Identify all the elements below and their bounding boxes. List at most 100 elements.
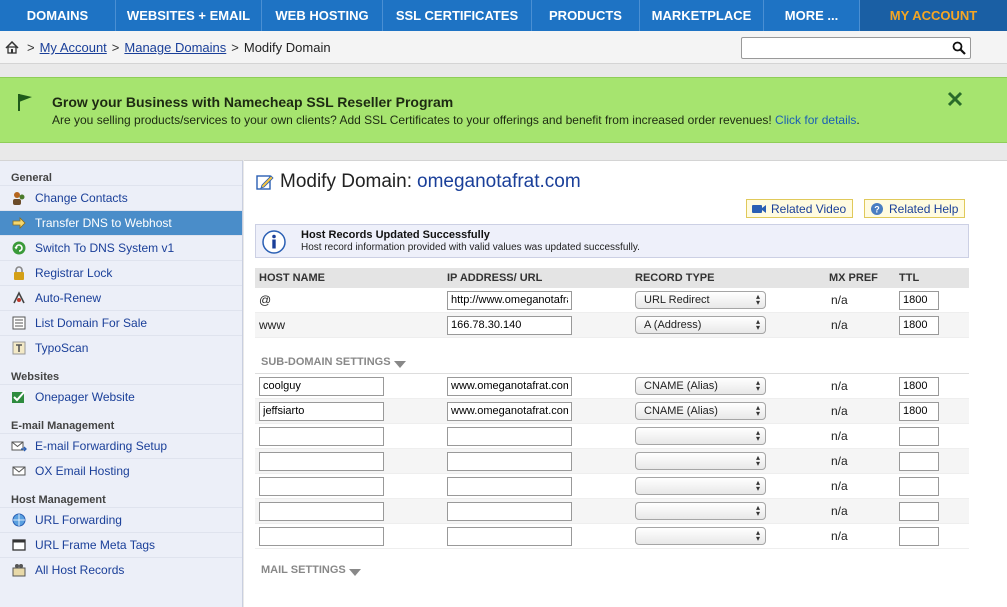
flag-icon (18, 94, 32, 111)
mx-pref-text: n/a (831, 454, 848, 468)
related-help-button[interactable]: ? Related Help (864, 199, 966, 218)
sidebar-item-url-forwarding[interactable]: URL Forwarding (0, 507, 242, 532)
ip-address-field[interactable] (447, 476, 572, 496)
nav-websites-email[interactable]: WEBSITES + EMAIL (116, 0, 262, 31)
breadcrumb: > My Account > Manage Domains > Modify D… (5, 40, 331, 55)
search-input[interactable] (742, 38, 942, 58)
nav-my-account[interactable]: MY ACCOUNT (860, 0, 1007, 31)
mx-pref-text: n/a (831, 404, 848, 418)
email-icon (11, 463, 27, 479)
sidebar-item-registrar-lock[interactable]: Registrar Lock (0, 260, 242, 285)
record-type-select[interactable]: ▴ ▾ (635, 477, 766, 495)
record-type-select[interactable]: ▴ ▾ (635, 452, 766, 470)
ip-address-field[interactable] (447, 315, 572, 335)
select-arrows-icon: ▴ ▾ (755, 403, 760, 418)
search-icon[interactable] (952, 41, 966, 55)
success-message: Host Records Updated Successfully Host r… (255, 224, 969, 258)
table-row: ▴ ▾ n/a (255, 524, 969, 549)
email-forward-icon (11, 438, 27, 454)
record-type-select[interactable]: CNAME (Alias) ▴ ▾ (635, 377, 766, 395)
sidebar-item-change-contacts[interactable]: Change Contacts (0, 185, 242, 210)
host-records-table: HOST NAME IP ADDRESS/ URL RECORD TYPE MX… (255, 268, 969, 581)
sidebar-item-transfer-dns[interactable]: Transfer DNS to Webhost (0, 210, 242, 235)
page-title: Modify Domain: omeganotafrat.com (256, 171, 581, 193)
ip-address-field[interactable] (447, 501, 572, 521)
sidebar-item-label: OX Email Hosting (35, 464, 130, 478)
record-type-select[interactable]: ▴ ▾ (635, 527, 766, 545)
ttl-field[interactable] (899, 290, 939, 310)
select-arrows-icon: ▴ ▾ (755, 453, 760, 468)
ttl-field[interactable] (899, 376, 939, 396)
chevron-down-icon[interactable] (348, 569, 361, 576)
ttl-field[interactable] (899, 315, 939, 335)
mail-settings-label: MAIL SETTINGS (261, 564, 346, 576)
video-camera-icon (752, 204, 766, 213)
refresh-icon (11, 240, 27, 256)
subdomain-settings-header: SUB-DOMAIN SETTINGS (255, 338, 969, 374)
header-mx-pref: MX PREF (829, 272, 878, 284)
related-video-button[interactable]: Related Video (746, 199, 854, 218)
select-arrows-icon: ▴ ▾ (755, 478, 760, 493)
nav-marketplace[interactable]: MARKETPLACE (640, 0, 764, 31)
info-icon (262, 230, 286, 254)
list-icon (11, 315, 27, 331)
select-arrows-icon: ▴ ▾ (755, 317, 760, 332)
ttl-field[interactable] (899, 451, 939, 471)
record-type-select[interactable]: URL Redirect ▴ ▾ (635, 291, 766, 309)
ip-address-field[interactable] (447, 290, 572, 310)
sidebar-item-typoscan[interactable]: TypoScan (0, 335, 242, 360)
ip-address-field[interactable] (447, 526, 572, 546)
nav-domains[interactable]: DOMAINS (0, 0, 116, 31)
sidebar-item-onepager-website[interactable]: Onepager Website (0, 384, 242, 409)
close-icon[interactable] (946, 90, 964, 108)
record-type-select[interactable]: ▴ ▾ (635, 502, 766, 520)
banner-text: Are you selling products/services to you… (52, 113, 860, 127)
ip-address-field[interactable] (447, 451, 572, 471)
breadcrumb-manage-domains[interactable]: Manage Domains (124, 40, 226, 55)
banner-details-link[interactable]: Click for details (775, 113, 856, 127)
chevron-down-icon[interactable] (393, 361, 406, 368)
header-record-type: RECORD TYPE (635, 272, 715, 284)
host-name-field[interactable] (259, 501, 384, 521)
ttl-field[interactable] (899, 426, 939, 446)
breadcrumb-separator: > (111, 40, 120, 55)
checkmark-icon (11, 389, 27, 405)
breadcrumb-my-account[interactable]: My Account (40, 40, 107, 55)
ttl-field[interactable] (899, 526, 939, 546)
sidebar-item-label: List Domain For Sale (35, 316, 148, 330)
host-name-field[interactable] (259, 451, 384, 471)
sidebar-item-all-host-records[interactable]: All Host Records (0, 557, 242, 582)
host-name-field[interactable] (259, 526, 384, 546)
sidebar-item-email-forwarding[interactable]: E-mail Forwarding Setup (0, 433, 242, 458)
ttl-field[interactable] (899, 401, 939, 421)
select-arrows-icon: ▴ ▾ (755, 428, 760, 443)
domain-name: omeganotafrat.com (417, 171, 581, 192)
host-name-field[interactable] (259, 476, 384, 496)
host-name-text: www (259, 318, 285, 332)
nav-products[interactable]: PRODUCTS (532, 0, 640, 31)
nav-ssl-certificates[interactable]: SSL CERTIFICATES (383, 0, 532, 31)
host-name-field[interactable] (259, 376, 384, 396)
ip-address-field[interactable] (447, 376, 572, 396)
sidebar-item-ox-email[interactable]: OX Email Hosting (0, 458, 242, 483)
ttl-field[interactable] (899, 476, 939, 496)
record-type-select[interactable]: CNAME (Alias) ▴ ▾ (635, 402, 766, 420)
ip-address-field[interactable] (447, 401, 572, 421)
host-name-field[interactable] (259, 426, 384, 446)
table-header: HOST NAME IP ADDRESS/ URL RECORD TYPE MX… (255, 268, 969, 288)
host-name-field[interactable] (259, 401, 384, 421)
home-icon[interactable] (5, 41, 19, 54)
sidebar-item-url-frame-meta[interactable]: URL Frame Meta Tags (0, 532, 242, 557)
ttl-field[interactable] (899, 501, 939, 521)
sidebar-item-auto-renew[interactable]: Auto-Renew (0, 285, 242, 310)
record-type-select[interactable]: A (Address) ▴ ▾ (635, 316, 766, 334)
banner-text-end: . (856, 113, 860, 127)
record-type-select[interactable]: ▴ ▾ (635, 427, 766, 445)
table-row: ▴ ▾ n/a (255, 424, 969, 449)
nav-web-hosting[interactable]: WEB HOSTING (262, 0, 383, 31)
ip-address-field[interactable] (447, 426, 572, 446)
nav-more[interactable]: MORE ... (764, 0, 860, 31)
sidebar-item-list-domain-for-sale[interactable]: List Domain For Sale (0, 310, 242, 335)
sidebar-item-switch-dns[interactable]: Switch To DNS System v1 (0, 235, 242, 260)
edit-icon (256, 175, 274, 190)
